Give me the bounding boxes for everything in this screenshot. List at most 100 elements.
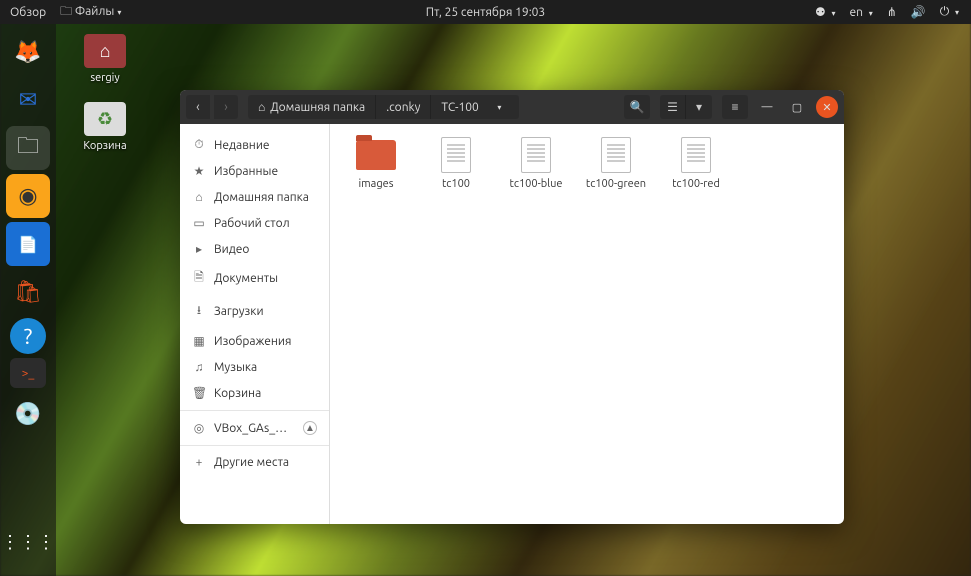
sidebar-item-label: Музыка	[214, 361, 257, 374]
desktop-icons: ⌂ sergiy ♻ Корзина	[70, 34, 140, 170]
dock-terminal[interactable]: >_	[10, 358, 46, 388]
titlebar[interactable]: ‹ › ⌂Домашняя папка .conky TC-100 ▾ 🔍 ☰ …	[180, 90, 844, 124]
chevron-down-icon: ▾	[497, 103, 501, 112]
sidebar-other-places[interactable]: + Другие места	[180, 450, 329, 475]
dock-files[interactable]: 🗀	[6, 126, 50, 170]
file-item[interactable]: tc100	[418, 138, 494, 190]
network-icon[interactable]: ⋔	[887, 5, 897, 19]
show-applications[interactable]: ⋮⋮⋮	[6, 520, 50, 564]
accessibility-icon[interactable]: ⚉ ▾	[815, 5, 836, 19]
separator	[180, 410, 329, 411]
dock-thunderbird[interactable]: ✉	[6, 78, 50, 122]
top-panel: Обзор 🗀 Файлы▾ Пт, 25 сентября 19:03 ⚉ ▾…	[0, 0, 971, 24]
file-item[interactable]: tc100-green	[578, 138, 654, 190]
sidebar-item-label: Загрузки	[214, 305, 264, 318]
trash-icon: ♻	[84, 102, 126, 136]
close-button[interactable]: ✕	[816, 96, 838, 118]
file-grid[interactable]: images tc100 tc100-blue tc100-green tc10…	[330, 124, 844, 524]
breadcrumb-home[interactable]: ⌂Домашняя папка	[248, 95, 376, 119]
sidebar-music[interactable]: ♫ Музыка	[180, 354, 329, 380]
sidebar-recent[interactable]: ⏱ Недавние	[180, 132, 329, 158]
nav-back-button[interactable]: ‹	[186, 95, 210, 119]
sidebar-item-label: Избранные	[214, 165, 278, 178]
folder-icon: 🗀	[60, 5, 75, 18]
home-folder-icon: ⌂	[84, 34, 126, 68]
breadcrumb-current[interactable]: TC-100 ▾	[431, 95, 519, 119]
desktop-icon-label: Корзина	[70, 140, 140, 152]
file-label: tc100-red	[658, 178, 734, 190]
separator	[180, 445, 329, 446]
pictures-icon: ▦	[192, 334, 206, 348]
sidebar-home[interactable]: ⌂ Домашняя папка	[180, 184, 329, 210]
sidebar-item-label: VBox_GAs_…	[214, 422, 287, 435]
dock-help[interactable]: ?	[10, 318, 46, 354]
dock-rhythmbox[interactable]: ◉	[6, 174, 50, 218]
download-icon: ⭳	[192, 301, 206, 322]
dock-software[interactable]: 🛍	[6, 270, 50, 314]
file-item[interactable]: tc100-red	[658, 138, 734, 190]
folder-item[interactable]: images	[338, 138, 414, 190]
sidebar-item-label: Недавние	[214, 139, 270, 152]
disc-icon: ◎	[192, 421, 206, 435]
view-options-button[interactable]: ▾	[686, 95, 712, 119]
chevron-down-icon: ▾	[117, 8, 121, 17]
file-label: tc100-blue	[498, 178, 574, 190]
clock-icon: ⏱	[192, 138, 206, 152]
file-label: tc100-green	[578, 178, 654, 190]
activities-button[interactable]: Обзор	[10, 6, 46, 19]
home-icon: ⌂	[192, 190, 206, 204]
app-menu[interactable]: 🗀 Файлы▾	[60, 2, 121, 23]
eject-button[interactable]: ▲	[303, 421, 317, 435]
file-manager-window: ‹ › ⌂Домашняя папка .conky TC-100 ▾ 🔍 ☰ …	[180, 90, 844, 524]
nav-forward-button[interactable]: ›	[214, 95, 238, 119]
maximize-button[interactable]: ▢	[786, 96, 808, 118]
desktop-icon: ▭	[192, 216, 206, 230]
file-label: images	[338, 178, 414, 190]
breadcrumb-segment[interactable]: .conky	[376, 95, 431, 119]
sidebar-item-label: Видео	[214, 243, 249, 256]
home-icon: ⌂	[258, 100, 265, 114]
sidebar-trash[interactable]: 🗑Корзина	[180, 380, 329, 406]
sidebar-pictures[interactable]: ▦ Изображения	[180, 328, 329, 354]
file-item[interactable]: tc100-blue	[498, 138, 574, 190]
sidebar-item-label: Документы	[214, 272, 278, 285]
hamburger-menu[interactable]: ≡	[722, 95, 748, 119]
sidebar-mount[interactable]: ◎ VBox_GAs_… ▲	[180, 415, 329, 441]
text-file-icon	[675, 138, 717, 172]
text-file-icon	[595, 138, 637, 172]
dock: 🦊 ✉ 🗀 ◉ 📄 🛍 ? >_ 💿 ⋮⋮⋮	[0, 24, 56, 576]
sidebar-item-label: Домашняя папка	[214, 191, 309, 204]
desktop-trash[interactable]: ♻ Корзина	[70, 102, 140, 152]
sidebar-videos[interactable]: ▸ Видео	[180, 236, 329, 262]
folder-icon	[355, 138, 397, 172]
sidebar: ⏱ Недавние ★ Избранные ⌂ Домашняя папка ▭ Ра…	[180, 124, 330, 524]
power-icon[interactable]: ⏻ ▾	[940, 5, 959, 19]
breadcrumb: ⌂Домашняя папка .conky TC-100 ▾	[248, 95, 519, 119]
desktop-home-folder[interactable]: ⌂ sergiy	[70, 34, 140, 84]
video-icon: ▸	[192, 242, 206, 256]
dock-writer[interactable]: 📄	[6, 222, 50, 266]
clock[interactable]: Пт, 25 сентября 19:03	[426, 6, 545, 19]
star-icon: ★	[192, 164, 206, 178]
sidebar-item-label: Другие места	[214, 456, 289, 469]
volume-icon[interactable]: 🔊	[911, 5, 926, 19]
sidebar-item-label: Изображения	[214, 335, 291, 348]
text-file-icon	[435, 138, 477, 172]
music-icon: ♫	[192, 360, 206, 374]
view-list-button[interactable]: ☰	[660, 95, 686, 119]
sidebar-documents[interactable]: 🗎 Документы	[180, 262, 329, 295]
sidebar-item-label: Корзина	[214, 387, 261, 400]
search-button[interactable]: 🔍	[624, 95, 650, 119]
dock-firefox[interactable]: 🦊	[6, 30, 50, 74]
text-file-icon	[515, 138, 557, 172]
sidebar-item-label: Рабочий стол	[214, 217, 290, 230]
document-icon: 🗎	[192, 268, 206, 289]
keyboard-layout[interactable]: en ▾	[849, 6, 872, 19]
sidebar-desktop[interactable]: ▭ Рабочий стол	[180, 210, 329, 236]
sidebar-starred[interactable]: ★ Избранные	[180, 158, 329, 184]
minimize-button[interactable]: —	[756, 96, 778, 118]
dock-disc[interactable]: 💿	[6, 392, 50, 436]
plus-icon: +	[192, 456, 206, 469]
sidebar-downloads[interactable]: ⭳ Загрузки	[180, 295, 329, 328]
file-label: tc100	[418, 178, 494, 190]
